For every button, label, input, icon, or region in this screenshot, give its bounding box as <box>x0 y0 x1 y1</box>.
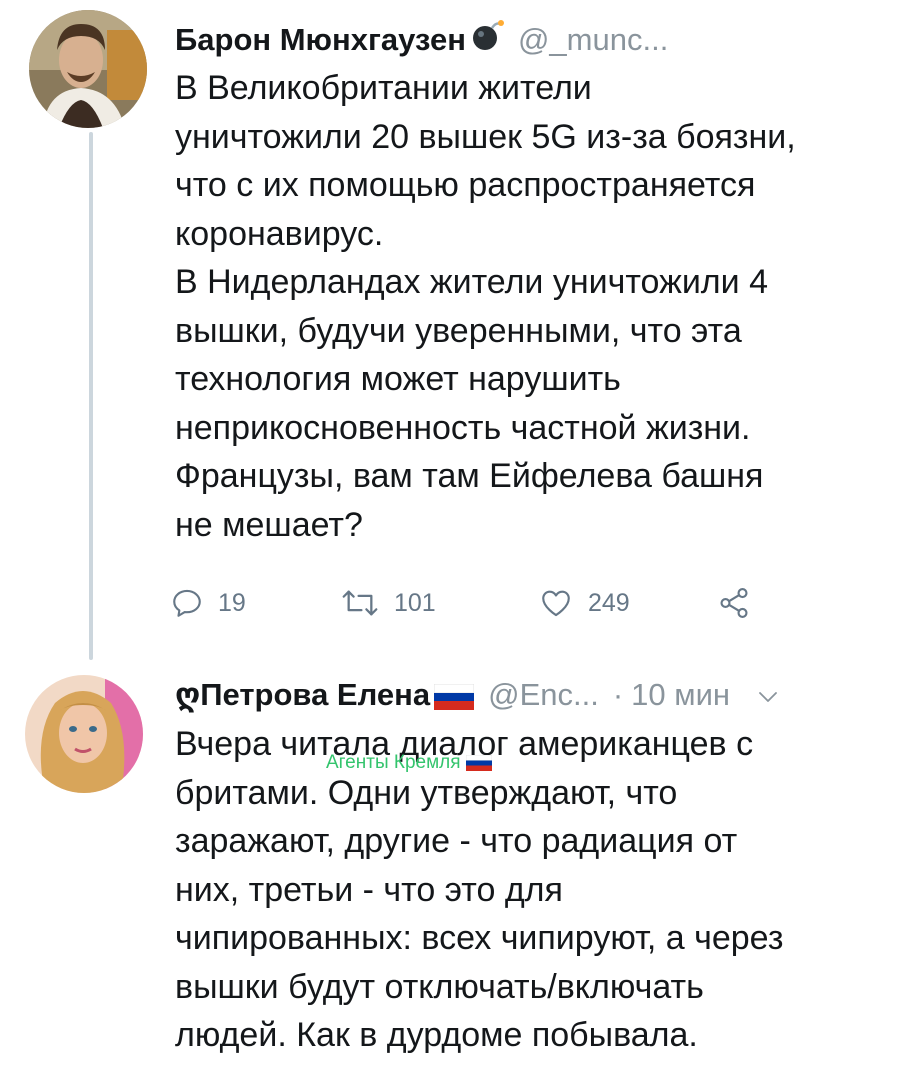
avatar[interactable] <box>29 10 147 128</box>
like-count: 249 <box>588 588 630 617</box>
separator-dot: · <box>612 677 624 712</box>
retweet-button[interactable]: 101 <box>340 585 436 621</box>
share-button[interactable] <box>717 585 751 621</box>
avatar[interactable] <box>25 675 143 793</box>
reply-button[interactable]: 19 <box>170 585 246 621</box>
tweet-header: Барон Мюнхгаузен @_munc... <box>175 18 668 62</box>
russia-flag-icon <box>465 752 492 773</box>
tweet-header: ღПетрова Елена @Enc... · 10 мин <box>175 675 780 715</box>
tweet-text: В Великобритании жители уничтожили 20 вы… <box>175 69 796 544</box>
author-name[interactable]: ღПетрова Елена <box>175 675 430 715</box>
author-handle[interactable]: @_munc... <box>518 20 668 60</box>
share-icon <box>720 588 748 618</box>
author-name-text: Петрова Елена <box>200 677 431 712</box>
author-handle[interactable]: @Enc... <box>488 675 599 715</box>
timestamp[interactable]: 10 мин <box>631 675 730 715</box>
avatar-image-elena <box>25 675 143 793</box>
tweet-text: Вчера читала диалог американцев с бритам… <box>175 725 784 1054</box>
russia-flag-icon <box>434 675 475 715</box>
chevron-down-icon[interactable] <box>756 675 780 715</box>
like-button[interactable]: 249 <box>538 585 630 621</box>
author-prefix-glyph: ღ <box>175 677 201 712</box>
bomb-icon <box>470 18 504 62</box>
overlay-label-text: Агенты Кремля <box>326 752 461 773</box>
author-name[interactable]: Барон Мюнхгаузен <box>175 20 466 60</box>
overlay-label-agents: Агенты Кремля <box>326 752 492 774</box>
tweet-actions: 19 101 249 <box>170 585 770 621</box>
retweet-icon <box>342 590 378 616</box>
heart-icon <box>542 590 570 617</box>
retweet-count: 101 <box>394 588 436 617</box>
reply-icon <box>173 589 201 617</box>
reply-count: 19 <box>218 588 246 617</box>
avatar-image-baron <box>29 10 147 128</box>
thread-connector-line <box>89 132 93 660</box>
